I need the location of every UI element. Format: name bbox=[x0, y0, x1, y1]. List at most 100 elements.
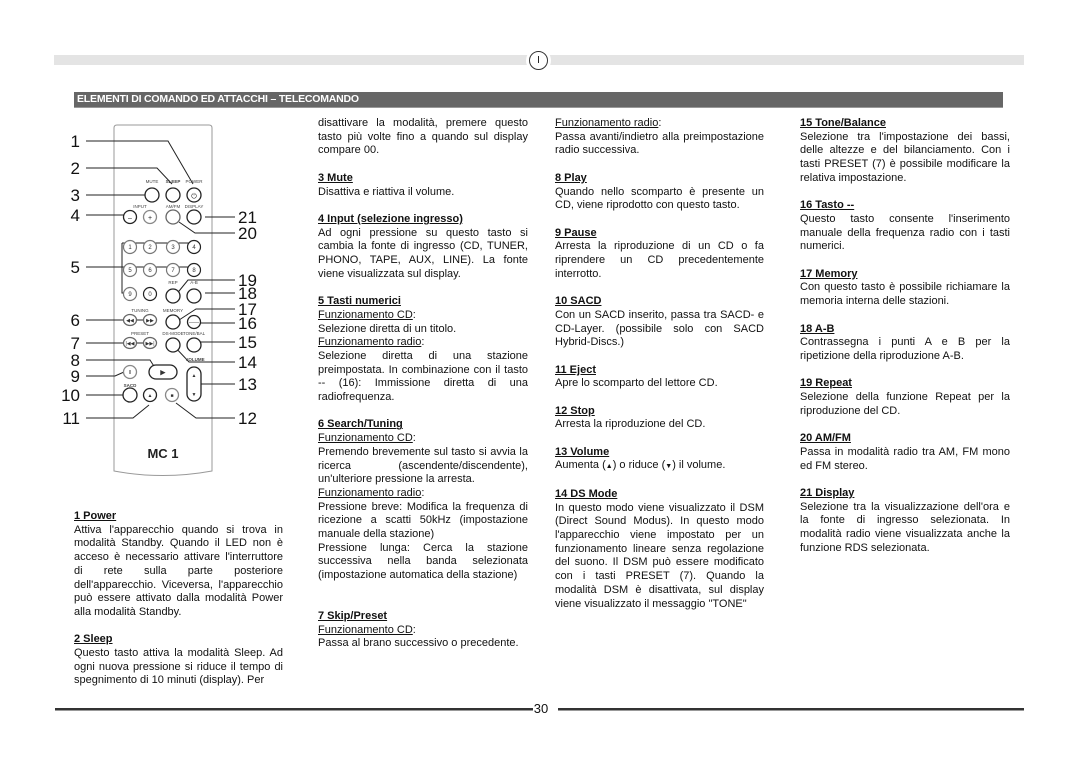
section-input-text: Ad ogni pressione su questo tasto si cam… bbox=[318, 226, 528, 280]
skip-forward-icon: ▶▶| bbox=[146, 341, 155, 347]
skip-cd-label: Funzionamento CD bbox=[318, 623, 413, 636]
section-pause-title: 9 Pause bbox=[555, 226, 597, 239]
leader-8 bbox=[86, 359, 158, 372]
column-1: 1 Power Attiva l'apparecchio quando si t… bbox=[74, 510, 283, 688]
leader-19 bbox=[174, 279, 235, 297]
minus-icon: – bbox=[128, 215, 132, 222]
callout-3: 3 bbox=[71, 186, 80, 205]
section-display-text: Selezione tra la visualizzazione dell'or… bbox=[800, 500, 1010, 554]
callout-15: 15 bbox=[238, 333, 257, 352]
numeric-cd-label: Funzionamento CD bbox=[318, 308, 413, 321]
label-power: POWER bbox=[185, 179, 203, 184]
label-dsmode: DS-MODE bbox=[162, 331, 183, 336]
label-preset: PRESET bbox=[131, 331, 149, 336]
language-badge: I bbox=[529, 51, 548, 70]
leader-17 bbox=[175, 308, 235, 323]
mute-button[interactable] bbox=[144, 187, 160, 203]
search-radio-label: Funzionamento radio bbox=[318, 486, 422, 499]
leader-2 bbox=[86, 167, 173, 185]
callout-4: 4 bbox=[71, 206, 80, 225]
section-dash-text: Questo tasto consente l'inserimento manu… bbox=[800, 212, 1010, 253]
callout-9: 9 bbox=[71, 367, 80, 386]
section-amfm-text: Passa in modalità radio tra AM, FM mono … bbox=[800, 445, 1010, 472]
section-mute-text: Disattiva e riattiva il volume. bbox=[318, 185, 455, 198]
column-4: 15 Tone/Balance Selezione tra l'impostaz… bbox=[800, 117, 1010, 555]
repeat-button[interactable] bbox=[165, 288, 181, 304]
volume-down-icon: ▼ bbox=[192, 392, 197, 398]
section-input-title: 4 Input (selezione ingresso) bbox=[318, 212, 463, 225]
section-repeat-title: 19 Repeat bbox=[800, 377, 852, 390]
section-dash-title: 16 Tasto -- bbox=[800, 199, 855, 212]
sacd-button[interactable] bbox=[122, 387, 138, 403]
callout-2: 2 bbox=[71, 159, 80, 178]
volume-up-icon: ▲ bbox=[605, 463, 613, 471]
footer-rule-left bbox=[55, 708, 533, 711]
search-cd-text: Premendo brevemente sul tasto si avvia l… bbox=[318, 445, 528, 486]
column-2: disattivare la modalità, premere questo … bbox=[318, 117, 528, 650]
page-number: 30 bbox=[533, 701, 549, 716]
fast-forward-icon: ▶▶ bbox=[146, 318, 154, 324]
section-stop-title: 12 Stop bbox=[555, 404, 595, 417]
section-memory-text: Con questo tasto è possibile richiamare … bbox=[800, 281, 1010, 308]
section-ab-title: 18 A-B bbox=[800, 322, 835, 335]
callout-16: 16 bbox=[238, 314, 257, 333]
section-power-text: Attiva l'apparecchio quando si trova in … bbox=[74, 523, 283, 618]
dash-icon: —— bbox=[189, 320, 199, 326]
section-eject-title: 11 Eject bbox=[555, 363, 596, 376]
section-dsmode-text: In questo modo viene visualizzato il DSM… bbox=[555, 501, 764, 610]
leader-20 bbox=[178, 221, 235, 234]
memory-button[interactable] bbox=[165, 314, 181, 330]
pause-icon: II bbox=[129, 370, 132, 376]
label-volume: VOLUME bbox=[185, 357, 204, 362]
label-memory: MEMORY bbox=[163, 308, 183, 313]
section-eject-text: Apre lo scomparto del lettore CD. bbox=[555, 377, 718, 390]
remote-model: MC 1 bbox=[147, 446, 178, 461]
volume-up-icon: ▲ bbox=[192, 373, 197, 379]
search-cd-label: Funzionamento CD bbox=[318, 432, 413, 445]
ab-button[interactable] bbox=[186, 288, 202, 304]
numeric-radio-label: Funzionamento radio bbox=[318, 336, 422, 349]
callout-11: 11 bbox=[62, 409, 80, 428]
section-tone-title: 15 Tone/Balance bbox=[800, 117, 886, 129]
section-sacd-text: Con un SACD inserito, passa tra SACD- e … bbox=[555, 308, 764, 349]
label-display: DISPLAY bbox=[185, 204, 204, 209]
dsmode-button[interactable] bbox=[165, 337, 181, 353]
tonebal-button[interactable] bbox=[186, 337, 202, 353]
callout-1: 1 bbox=[71, 132, 80, 151]
plus-icon: + bbox=[148, 215, 152, 222]
column-3: Funzionamento radio: Passa avanti/indiet… bbox=[555, 117, 764, 610]
section-amfm-title: 20 AM/FM bbox=[800, 432, 851, 445]
amfm-button[interactable] bbox=[165, 209, 181, 225]
remote-diagram: 1 2 3 4 5 6 7 8 9 10 11 21 20 19 18 17 1… bbox=[61, 124, 257, 476]
section-sleep-title: 2 Sleep bbox=[74, 633, 113, 646]
section-title: ELEMENTI DI COMANDO ED ATTACCHI – TELECO… bbox=[77, 93, 359, 105]
label-sacd: SACD bbox=[124, 383, 138, 388]
section-sacd-title: 10 SACD bbox=[555, 295, 602, 308]
eject-icon: ▲ bbox=[148, 393, 153, 399]
rewind-icon: ◀◀ bbox=[126, 318, 134, 324]
leader-1 bbox=[86, 140, 194, 185]
label-rep: REP bbox=[168, 280, 177, 285]
footer-rule-right bbox=[558, 708, 1024, 711]
skip-radio-label: Funzionamento radio bbox=[555, 117, 659, 129]
callout-20: 20 bbox=[238, 224, 257, 243]
search-radio-short: Pressione breve: Modifica la frequenza d… bbox=[318, 500, 528, 541]
label-amfm: AM/FM bbox=[166, 204, 181, 209]
callout-10: 10 bbox=[61, 386, 80, 405]
leader-11 bbox=[86, 404, 150, 419]
section-volume-text: Aumenta (▲) o riduce (▼) il volume. bbox=[555, 459, 726, 472]
label-input: INPUT bbox=[133, 204, 147, 209]
callout-14: 14 bbox=[238, 353, 257, 372]
skip-radio-text: Passa avanti/indietro alla preimpostazio… bbox=[555, 130, 764, 157]
label-ab: A-B bbox=[190, 280, 198, 285]
section-search-title: 6 Search/Tuning bbox=[318, 418, 403, 431]
label-tuning: TUNING bbox=[131, 308, 149, 313]
numeric-cd-text: Selezione diretta di un titolo. bbox=[318, 322, 457, 335]
section-display-title: 21 Display bbox=[800, 486, 855, 499]
display-button[interactable] bbox=[186, 209, 202, 225]
sleep-button[interactable] bbox=[165, 187, 181, 203]
power-icon: ⏻ bbox=[191, 193, 197, 201]
label-tonebal: TONE/BAL bbox=[183, 331, 206, 336]
callout-6: 6 bbox=[71, 311, 80, 330]
label-mute: MUTE bbox=[146, 179, 159, 184]
